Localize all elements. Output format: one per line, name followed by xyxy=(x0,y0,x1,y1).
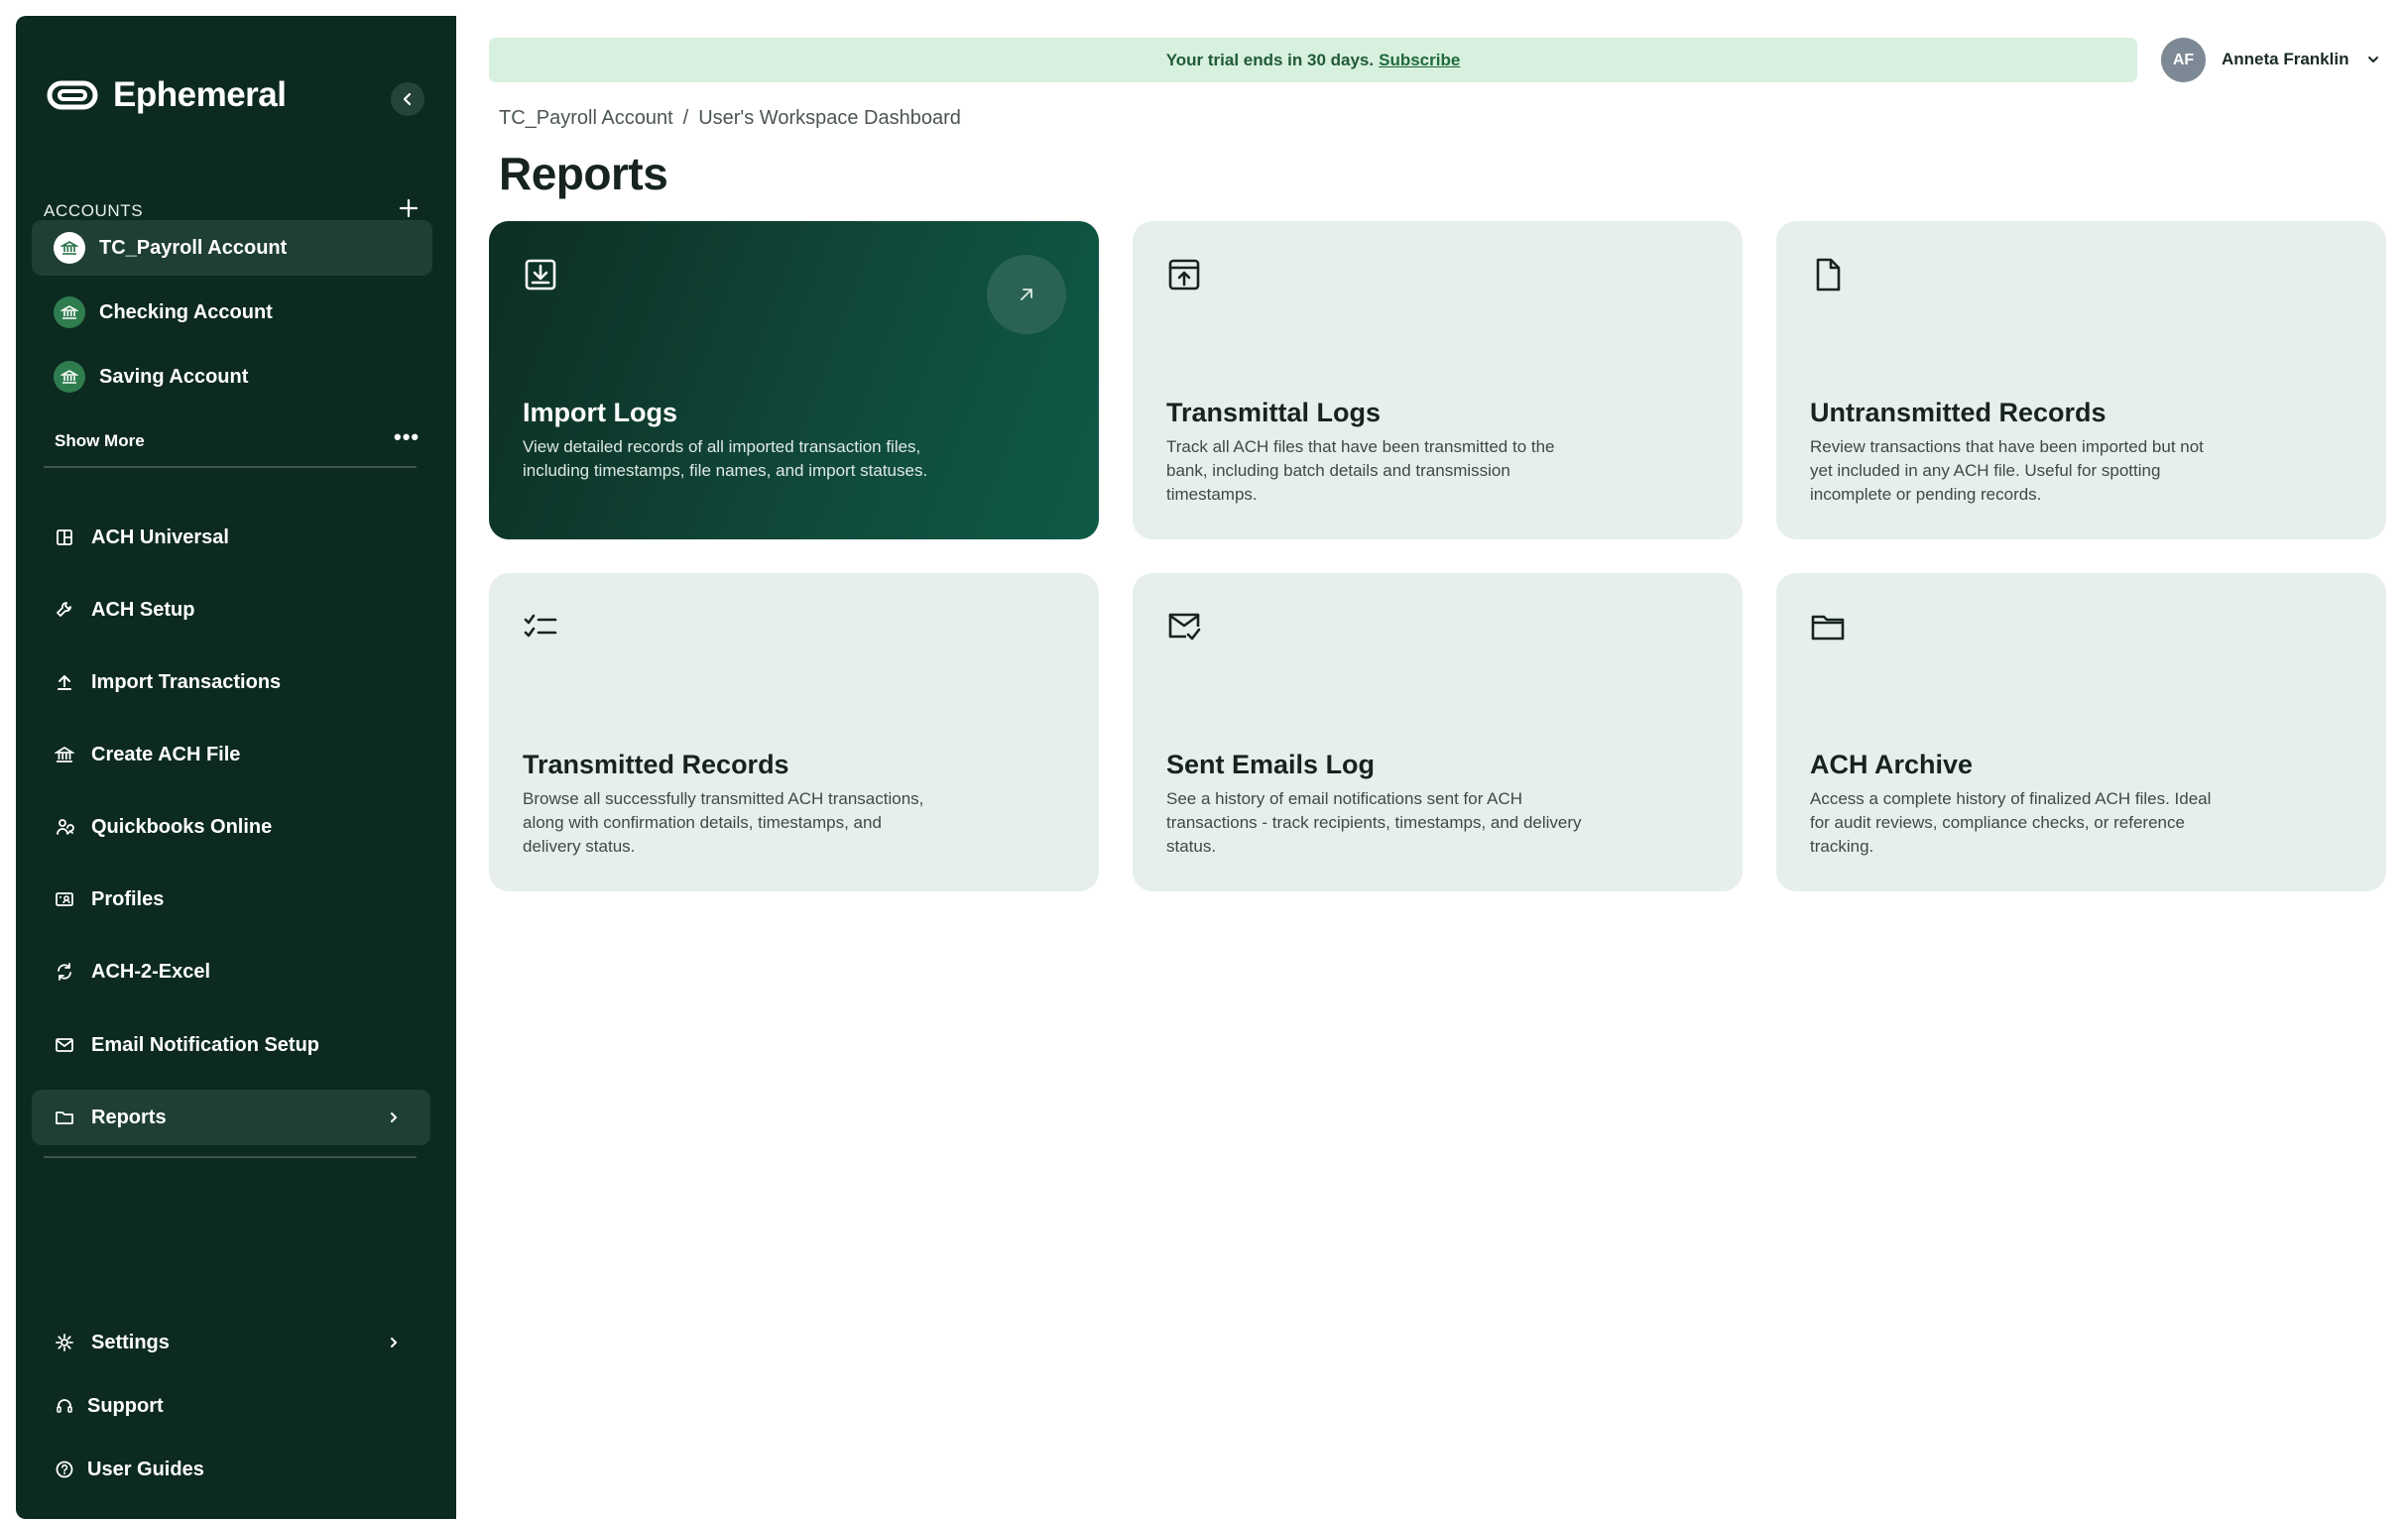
refresh-icon xyxy=(54,961,75,983)
account-item-tc-payroll[interactable]: TC_Payroll Account xyxy=(32,220,432,276)
nav-item-email-notification-setup[interactable]: Email Notification Setup xyxy=(32,1017,430,1073)
nav-item-support[interactable]: Support xyxy=(32,1378,430,1434)
wrench-icon xyxy=(54,599,75,621)
chevron-right-icon xyxy=(383,1107,405,1128)
report-card-ach-archive[interactable]: ACH Archive Access a complete history of… xyxy=(1776,573,2386,891)
headset-icon xyxy=(54,1395,75,1417)
sidebar: Ephemeral ACCOUNTS TC_Payroll Account Ch… xyxy=(16,16,456,1519)
nav-item-import-transactions[interactable]: Import Transactions xyxy=(32,654,430,710)
page-title: Reports xyxy=(499,148,668,199)
report-card-transmittal-logs[interactable]: Transmittal Logs Track all ACH files tha… xyxy=(1133,221,1743,539)
nav-label: Email Notification Setup xyxy=(91,1033,320,1056)
divider xyxy=(44,1156,417,1158)
card-title: Transmitted Records xyxy=(523,750,789,779)
nav-label: Import Transactions xyxy=(91,670,282,693)
user-name[interactable]: Anneta Franklin xyxy=(2222,50,2348,69)
card-description: See a history of email notifications sen… xyxy=(1166,789,1582,856)
nav-label: User Guides xyxy=(87,1458,204,1480)
folder-icon xyxy=(54,1107,75,1128)
add-account-button[interactable] xyxy=(395,194,422,222)
upload-box-icon xyxy=(1168,259,1200,291)
report-card-untransmitted-records[interactable]: Untransmitted Records Review transaction… xyxy=(1776,221,2386,539)
subscribe-link[interactable]: Subscribe xyxy=(1379,51,1460,70)
breadcrumb-account[interactable]: TC_Payroll Account xyxy=(499,107,673,130)
card-title: Import Logs xyxy=(523,398,677,427)
nav-label: ACH Universal xyxy=(91,526,229,548)
collapse-sidebar-button[interactable] xyxy=(391,82,424,116)
sync-user-icon xyxy=(54,816,75,838)
card-title: ACH Archive xyxy=(1810,750,1974,779)
gear-icon xyxy=(54,1332,75,1353)
card-title: Untransmitted Records xyxy=(1810,398,2107,427)
nav-label: Support xyxy=(87,1394,164,1417)
nav-label: ACH Setup xyxy=(91,598,195,621)
folder-icon xyxy=(1811,615,1845,641)
nav-item-user-guides[interactable]: User Guides xyxy=(32,1442,430,1497)
card-description: Browse all successfully transmitted ACH … xyxy=(523,789,924,856)
nav-item-quickbooks-online[interactable]: Quickbooks Online xyxy=(32,799,430,855)
report-card-transmitted-records[interactable]: Transmitted Records Browse all successfu… xyxy=(489,573,1099,891)
bank-icon xyxy=(54,296,85,328)
nav-label: Quickbooks Online xyxy=(91,815,273,838)
report-card-import-logs[interactable]: Import Logs View detailed records of all… xyxy=(489,221,1099,539)
chevron-left-icon xyxy=(403,92,412,106)
nav-item-ach-setup[interactable]: ACH Setup xyxy=(32,582,430,638)
plus-icon xyxy=(399,198,419,218)
card-description: Review transactions that have been impor… xyxy=(1810,437,2204,504)
nav-item-profiles[interactable]: Profiles xyxy=(32,872,430,927)
bank-icon xyxy=(54,232,85,264)
avatar[interactable]: AF xyxy=(2161,38,2206,82)
breadcrumb: TC_Payroll Account / User's Workspace Da… xyxy=(499,107,961,130)
nav-label: Create ACH File xyxy=(91,743,241,765)
brand-logo-icon xyxy=(47,80,98,110)
nav-label: Reports xyxy=(91,1106,167,1128)
account-label: TC_Payroll Account xyxy=(99,236,288,259)
card-title: Sent Emails Log xyxy=(1166,750,1376,779)
nav-item-ach-universal[interactable]: ACH Universal xyxy=(32,510,430,565)
mail-icon xyxy=(54,1034,75,1056)
nav-item-reports[interactable]: Reports xyxy=(32,1090,430,1145)
mail-check-icon xyxy=(1168,613,1201,641)
bank-icon xyxy=(54,361,85,393)
chevron-right-icon xyxy=(383,1332,405,1353)
help-icon xyxy=(54,1459,75,1480)
account-item-checking[interactable]: Checking Account xyxy=(32,285,432,340)
breadcrumb-separator: / xyxy=(682,107,689,129)
card-description: Track all ACH files that have been trans… xyxy=(1166,437,1555,504)
card-title: Transmittal Logs xyxy=(1166,398,1382,427)
checklist-icon xyxy=(524,614,557,638)
brand[interactable]: Ephemeral xyxy=(42,75,287,115)
grid-icon xyxy=(54,526,75,548)
nav-label: Profiles xyxy=(91,887,165,910)
divider xyxy=(44,466,417,468)
account-item-saving[interactable]: Saving Account xyxy=(32,349,432,405)
nav-item-ach-2-excel[interactable]: ACH-2-Excel xyxy=(32,944,430,999)
card-description: Access a complete history of finalized A… xyxy=(1810,789,2212,856)
accounts-section-label: ACCOUNTS xyxy=(44,201,144,220)
trial-banner: Your trial ends in 30 days. Subscribe xyxy=(489,38,2137,82)
account-label: Saving Account xyxy=(99,365,249,388)
report-card-sent-emails-log[interactable]: Sent Emails Log See a history of email n… xyxy=(1133,573,1743,891)
more-options-icon[interactable]: ••• xyxy=(394,426,420,448)
download-box-icon xyxy=(525,259,556,291)
trial-text: Your trial ends in 30 days. xyxy=(1165,50,1375,69)
show-more-link[interactable]: Show More xyxy=(55,431,145,451)
nav-label: ACH-2-Excel xyxy=(91,960,211,983)
nav-label: Settings xyxy=(91,1331,170,1353)
card-description: View detailed records of all imported tr… xyxy=(523,437,928,480)
file-icon xyxy=(1816,258,1841,292)
arrow-up-right-icon xyxy=(1021,289,1032,300)
account-label: Checking Account xyxy=(99,300,273,323)
chevron-down-icon[interactable] xyxy=(2364,51,2382,68)
nav-item-create-ach-file[interactable]: Create ACH File xyxy=(32,727,430,782)
nav-item-settings[interactable]: Settings xyxy=(32,1315,430,1370)
breadcrumb-page: User's Workspace Dashboard xyxy=(698,107,961,129)
bank-icon xyxy=(54,744,75,765)
profile-card-icon xyxy=(54,888,75,910)
open-report-button[interactable] xyxy=(987,255,1066,334)
brand-name: Ephemeral xyxy=(113,75,287,114)
upload-icon xyxy=(54,671,75,693)
